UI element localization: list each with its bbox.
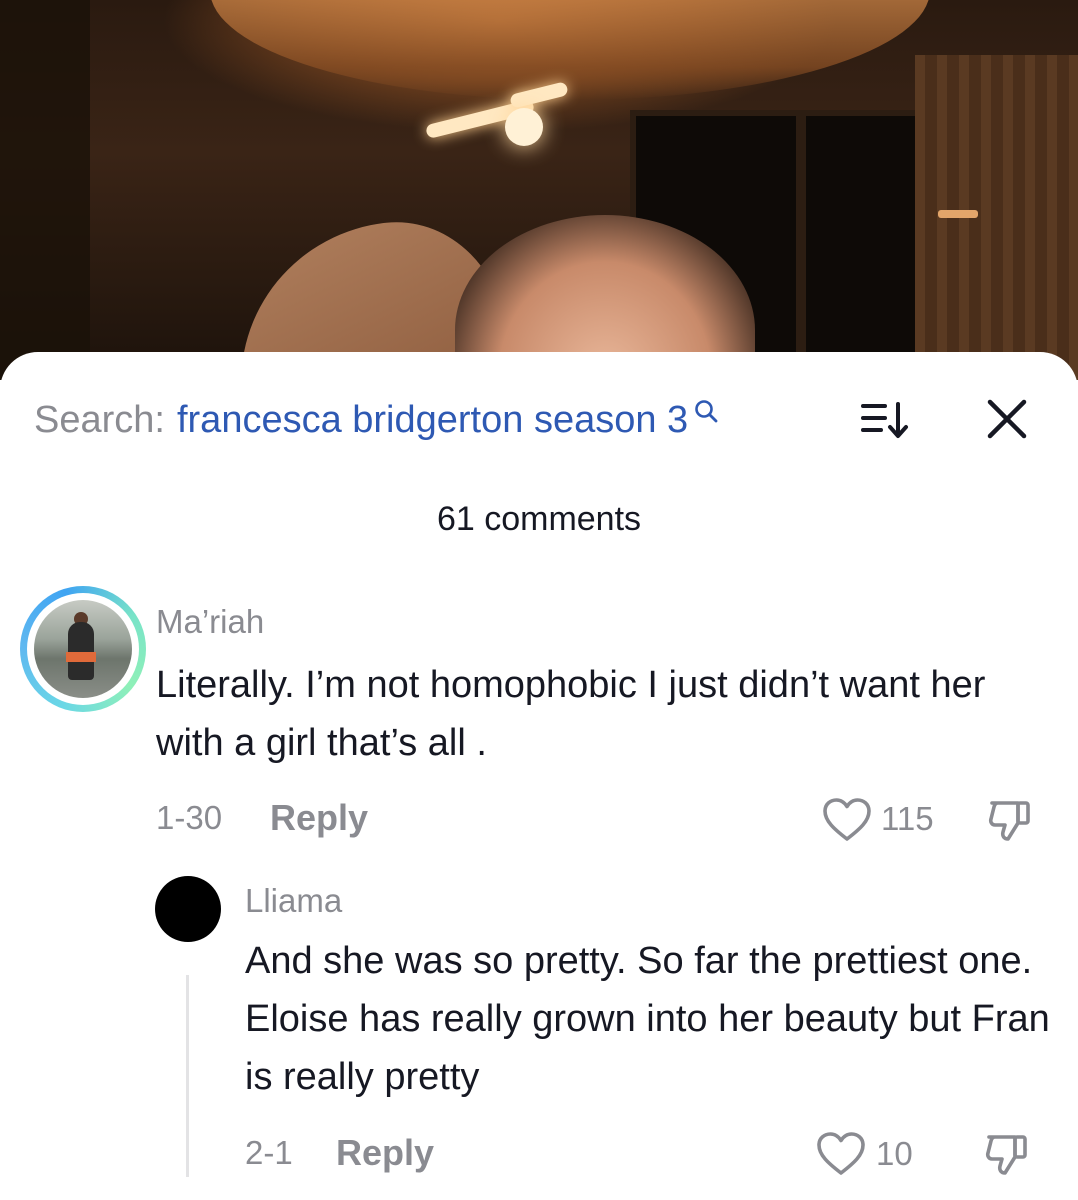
avatar[interactable] — [20, 586, 146, 712]
avatar[interactable] — [155, 876, 221, 942]
reply-button[interactable]: Reply — [336, 1132, 434, 1174]
video-fan-light — [505, 108, 543, 146]
thread-line — [186, 975, 189, 1177]
search-query-link[interactable]: francesca bridgerton season 3 — [177, 399, 688, 442]
close-icon[interactable] — [984, 396, 1030, 442]
avatar-photo — [34, 600, 132, 698]
video-window — [800, 110, 922, 380]
heart-icon[interactable] — [822, 797, 872, 843]
video-wall — [0, 0, 90, 380]
thumbs-down-icon[interactable] — [983, 1131, 1031, 1177]
heart-icon[interactable] — [816, 1131, 866, 1177]
search-icon[interactable] — [694, 399, 720, 425]
avatar-figure-shorts — [66, 652, 96, 662]
comment-count: 61 comments — [436, 500, 642, 538]
comment-text: Literally. I’m not homophobic I just did… — [156, 664, 986, 764]
video-wall-light — [938, 210, 978, 218]
comment-date: 1-30 — [156, 799, 223, 836]
comment-username[interactable]: Lliama — [245, 882, 342, 920]
video-ceiling — [210, 0, 930, 100]
reply-button[interactable]: Reply — [270, 797, 368, 839]
search-prefix-label: Search: — [34, 398, 165, 441]
like-count: 115 — [881, 800, 934, 837]
video-background — [0, 0, 1078, 380]
thumbs-down-icon[interactable] — [986, 797, 1034, 843]
comment-username[interactable]: Ma’riah — [156, 603, 264, 641]
like-count: 10 — [876, 1135, 913, 1172]
sort-icon[interactable] — [860, 399, 912, 441]
avatar-figure — [68, 622, 94, 680]
comment-date: 2-1 — [245, 1134, 293, 1171]
comment-text: And she was so pretty. So far the pretti… — [245, 940, 1050, 1098]
